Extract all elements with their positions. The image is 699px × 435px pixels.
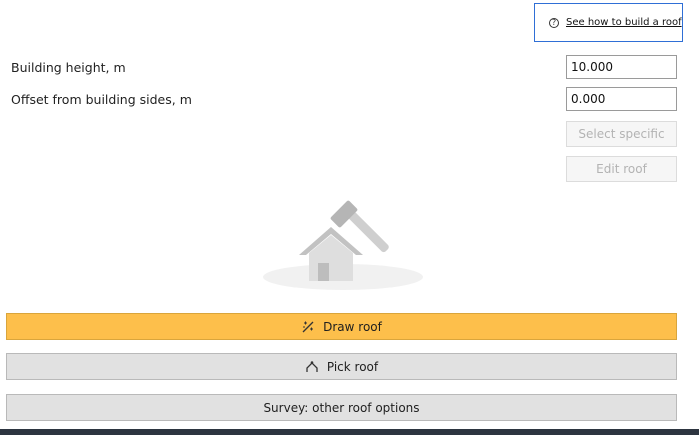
building-height-label: Building height, m [11, 60, 126, 75]
survey-button[interactable]: Survey: other roof options [6, 394, 677, 421]
building-height-field[interactable] [566, 55, 677, 79]
draw-wand-icon [301, 320, 315, 334]
help-box[interactable]: ? See how to build a roof [534, 3, 683, 42]
offset-field[interactable] [566, 87, 677, 111]
house-hammer-icon [259, 189, 429, 294]
pick-roof-icon [305, 360, 319, 374]
survey-label: Survey: other roof options [263, 400, 420, 415]
draw-roof-label: Draw roof [323, 319, 382, 334]
question-circle-icon: ? [549, 17, 559, 28]
edit-roof-button[interactable]: Edit roof [566, 156, 677, 182]
pick-roof-button[interactable]: Pick roof [6, 353, 677, 380]
pick-roof-label: Pick roof [326, 359, 379, 374]
help-link[interactable]: See how to build a roof [566, 17, 682, 28]
bottom-bar [0, 429, 699, 435]
offset-label: Offset from building sides, m [11, 92, 192, 107]
select-specific-button[interactable]: Select specific [566, 121, 677, 147]
draw-roof-button[interactable]: Draw roof [6, 313, 677, 340]
